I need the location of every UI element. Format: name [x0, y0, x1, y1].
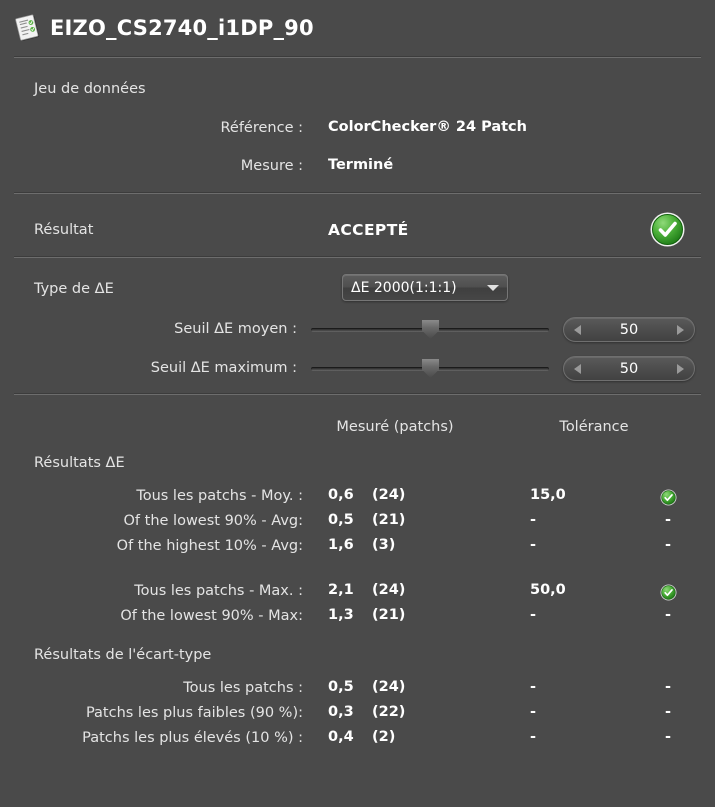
row-tolerance-value: -: [530, 607, 537, 623]
increment-arrow-icon[interactable]: [677, 363, 684, 374]
row-measured-value: 0,4: [328, 729, 354, 745]
row-label: Tous les patchs - Max. :: [134, 583, 303, 599]
row-measured-value: 1,6: [328, 537, 354, 553]
row-measured-count: (24): [372, 582, 406, 598]
row-label: Tous les patchs :: [183, 680, 303, 696]
mean-threshold-label: Seuil ΔE moyen :: [174, 321, 297, 337]
divider-thresholds: [14, 393, 701, 395]
row-status-none: -: [665, 512, 672, 528]
row-status-none: -: [665, 729, 672, 745]
decrement-arrow-icon[interactable]: [574, 324, 581, 335]
row-status-none: -: [665, 679, 672, 695]
row-measured-count: (24): [372, 679, 406, 695]
slider-thumb[interactable]: [422, 320, 439, 339]
row-label: Tous les patchs - Moy. :: [136, 488, 303, 504]
mean-threshold-slider[interactable]: [311, 319, 549, 341]
divider-dataset: [14, 192, 701, 194]
panel-header: EIZO_CS2740_i1DP_90: [0, 0, 715, 56]
decrement-arrow-icon[interactable]: [574, 363, 581, 374]
delta-e-type-select[interactable]: ΔE 2000(1:1:1): [342, 274, 508, 301]
row-tolerance-value: -: [530, 512, 537, 528]
row-label: Of the lowest 90% - Max:: [120, 608, 303, 624]
mean-threshold-value: 50: [619, 321, 639, 338]
delta-e-type-label: Type de ΔE: [34, 281, 114, 297]
result-value: ACCEPTÉ: [328, 221, 409, 239]
row-label: Patchs les plus élevés (10 %) :: [82, 730, 303, 746]
row-measured-value: 2,1: [328, 582, 354, 598]
mean-threshold-stepper[interactable]: 50: [563, 317, 695, 342]
max-threshold-slider[interactable]: [311, 358, 549, 380]
row-status-none: -: [665, 704, 672, 720]
increment-arrow-icon[interactable]: [677, 324, 684, 335]
max-threshold-stepper[interactable]: 50: [563, 356, 695, 381]
row-measured-count: (21): [372, 607, 406, 623]
max-threshold-value: 50: [619, 360, 639, 377]
chevron-down-icon: [487, 284, 499, 291]
group-title-1: Résultats de l'écart-type: [34, 647, 212, 663]
row-tolerance-value: -: [530, 729, 537, 745]
row-measured-value: 0,6: [328, 487, 354, 503]
row-label: Of the highest 10% - Avg:: [116, 538, 303, 554]
row-measured-count: (21): [372, 512, 406, 528]
page-title: EIZO_CS2740_i1DP_90: [50, 16, 314, 40]
row-measured-count: (3): [372, 537, 396, 553]
row-measured-value: 1,3: [328, 607, 354, 623]
report-document-icon: [14, 14, 44, 42]
row-check-circle-icon: [660, 489, 677, 506]
reference-label: Référence :: [220, 120, 303, 136]
delta-e-type-value: ΔE 2000(1:1:1): [351, 279, 457, 296]
slider-thumb[interactable]: [422, 359, 439, 378]
row-status-none: -: [665, 607, 672, 623]
measure-label: Mesure :: [240, 158, 303, 174]
row-tolerance-value: -: [530, 679, 537, 695]
row-measured-count: (22): [372, 704, 406, 720]
group-title-0: Résultats ΔE: [34, 455, 125, 471]
row-tolerance-value: -: [530, 537, 537, 553]
column-header-measured: Mesuré (patchs): [336, 419, 454, 435]
row-tolerance-value: 50,0: [530, 582, 566, 598]
result-label: Résultat: [34, 222, 94, 238]
max-threshold-label: Seuil ΔE maximum :: [150, 360, 297, 376]
result-check-circle-icon: [649, 211, 686, 248]
dataset-section-label: Jeu de données: [34, 81, 146, 97]
row-label: Of the lowest 90% - Avg:: [123, 513, 303, 529]
divider-header: [14, 56, 701, 58]
reference-value: ColorChecker® 24 Patch: [328, 119, 527, 135]
row-status-none: -: [665, 537, 672, 553]
row-measured-count: (24): [372, 487, 406, 503]
row-measured-value: 0,5: [328, 512, 354, 528]
row-tolerance-value: -: [530, 704, 537, 720]
row-measured-count: (2): [372, 729, 396, 745]
row-check-circle-icon: [660, 584, 677, 601]
measure-value: Terminé: [328, 157, 394, 173]
row-tolerance-value: 15,0: [530, 487, 566, 503]
divider-result: [14, 256, 701, 258]
row-measured-value: 0,5: [328, 679, 354, 695]
validation-report-panel: EIZO_CS2740_i1DP_90 Jeu de données Référ…: [0, 0, 715, 807]
row-label: Patchs les plus faibles (90 %):: [85, 705, 303, 721]
row-measured-value: 0,3: [328, 704, 354, 720]
column-header-tolerance: Tolérance: [559, 419, 629, 435]
